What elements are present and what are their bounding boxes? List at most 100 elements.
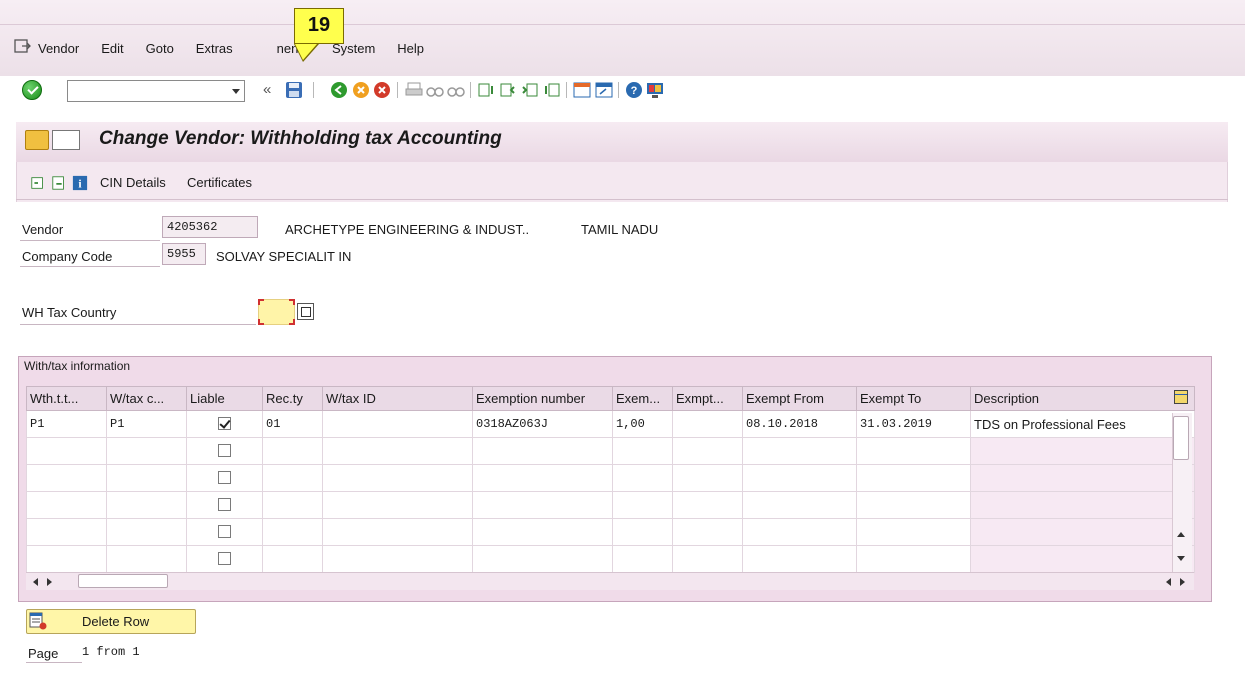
cell-exemption-reason[interactable] bbox=[672, 464, 743, 492]
cell-wht-code[interactable] bbox=[106, 518, 187, 546]
value-help-icon[interactable] bbox=[297, 303, 314, 320]
cell-description[interactable] bbox=[970, 491, 1195, 519]
cell-wht-type[interactable] bbox=[26, 518, 107, 546]
cell-exempt-to[interactable]: 31.03.2019 bbox=[856, 410, 971, 438]
information-icon[interactable]: i bbox=[72, 175, 88, 191]
cell-description[interactable] bbox=[970, 437, 1195, 465]
cell-rec-type[interactable] bbox=[262, 518, 323, 546]
scroll-right-icon[interactable] bbox=[47, 578, 52, 586]
cell-exemption-number[interactable] bbox=[472, 518, 613, 546]
cell-wtax-id[interactable] bbox=[322, 410, 473, 438]
company-code-field[interactable]: 5955 bbox=[162, 243, 206, 265]
cell-wht-code[interactable]: P1 bbox=[106, 410, 187, 438]
scroll-left-icon[interactable] bbox=[33, 578, 38, 586]
save-icon[interactable] bbox=[285, 81, 303, 99]
cin-details-button[interactable]: CIN Details bbox=[100, 175, 166, 190]
cell-exemption-rate[interactable] bbox=[612, 437, 673, 465]
last-page-icon[interactable] bbox=[543, 81, 561, 99]
chevron-down-icon[interactable] bbox=[232, 89, 240, 94]
command-field[interactable] bbox=[67, 80, 245, 102]
vendor-number-field[interactable]: 4205362 bbox=[162, 216, 258, 238]
cell-exemption-number[interactable] bbox=[472, 464, 613, 492]
cell-description[interactable] bbox=[970, 464, 1195, 492]
liable-checkbox[interactable] bbox=[218, 471, 231, 485]
cell-rec-type[interactable]: 01 bbox=[262, 410, 323, 438]
cell-wht-code[interactable] bbox=[106, 491, 187, 519]
cell-liable[interactable] bbox=[186, 491, 263, 519]
cell-wht-type[interactable]: P1 bbox=[26, 410, 107, 438]
wh-tax-country-input[interactable] bbox=[258, 299, 295, 325]
shortcut-icon[interactable] bbox=[595, 81, 613, 99]
cell-wht-code[interactable] bbox=[106, 464, 187, 492]
liable-checkbox[interactable] bbox=[218, 444, 231, 458]
liable-checkbox[interactable] bbox=[218, 525, 231, 539]
print-icon[interactable] bbox=[405, 81, 423, 99]
back-icon[interactable] bbox=[330, 81, 348, 99]
cell-description[interactable] bbox=[970, 518, 1195, 546]
cell-liable[interactable] bbox=[186, 410, 263, 438]
cell-exemption-number[interactable] bbox=[472, 491, 613, 519]
cell-exempt-to[interactable] bbox=[856, 518, 971, 546]
cell-exemption-rate[interactable] bbox=[612, 545, 673, 573]
cell-wtax-id[interactable] bbox=[322, 545, 473, 573]
cell-wht-type[interactable] bbox=[26, 545, 107, 573]
col-liable[interactable]: Liable bbox=[186, 386, 263, 411]
refresh-icon[interactable] bbox=[30, 175, 46, 191]
scroll-left-end-icon[interactable] bbox=[1166, 578, 1171, 586]
cell-exemption-reason[interactable] bbox=[672, 518, 743, 546]
table-row[interactable] bbox=[26, 437, 1195, 465]
cell-exemption-number[interactable] bbox=[472, 437, 613, 465]
cell-wht-type[interactable] bbox=[26, 491, 107, 519]
menu-edit[interactable]: Edit bbox=[101, 41, 123, 56]
cell-exemption-rate[interactable] bbox=[612, 491, 673, 519]
cell-exemption-reason[interactable] bbox=[672, 437, 743, 465]
cell-exemption-reason[interactable] bbox=[672, 545, 743, 573]
table-row[interactable] bbox=[26, 545, 1195, 573]
cell-exempt-to[interactable] bbox=[856, 464, 971, 492]
cell-exemption-number[interactable]: 0318AZ063J bbox=[472, 410, 613, 438]
previous-page-icon[interactable] bbox=[499, 81, 517, 99]
customize-layout-icon[interactable] bbox=[646, 81, 664, 99]
liable-checkbox[interactable] bbox=[218, 498, 231, 512]
exit-icon[interactable] bbox=[352, 81, 370, 99]
cell-exempt-from[interactable] bbox=[742, 464, 857, 492]
scroll-up-icon[interactable] bbox=[1177, 532, 1185, 537]
certificates-button[interactable]: Certificates bbox=[187, 175, 252, 190]
menu-help[interactable]: Help bbox=[397, 41, 424, 56]
table-row[interactable] bbox=[26, 491, 1195, 519]
menu-extras[interactable]: Extras bbox=[196, 41, 233, 56]
col-wht-code[interactable]: W/tax c... bbox=[106, 386, 187, 411]
menu-vendor[interactable]: Vendor bbox=[38, 41, 79, 56]
cell-exemption-rate[interactable] bbox=[612, 518, 673, 546]
cell-rec-type[interactable] bbox=[262, 545, 323, 573]
col-description[interactable]: Description bbox=[970, 386, 1195, 411]
cell-exempt-from[interactable] bbox=[742, 437, 857, 465]
menu-goto[interactable]: Goto bbox=[146, 41, 174, 56]
col-wht-type[interactable]: Wth.t.t... bbox=[26, 386, 107, 411]
table-row[interactable] bbox=[26, 518, 1195, 546]
table-row[interactable] bbox=[26, 464, 1195, 492]
cell-exempt-to[interactable] bbox=[856, 437, 971, 465]
cell-exempt-to[interactable] bbox=[856, 491, 971, 519]
liable-checkbox[interactable] bbox=[218, 417, 231, 431]
cell-exemption-reason[interactable] bbox=[672, 491, 743, 519]
cell-wht-type[interactable] bbox=[26, 464, 107, 492]
document-icon[interactable] bbox=[51, 175, 67, 191]
next-page-icon[interactable] bbox=[521, 81, 539, 99]
cell-exemption-rate[interactable] bbox=[612, 464, 673, 492]
cancel-icon[interactable] bbox=[373, 81, 391, 99]
cell-exempt-to[interactable] bbox=[856, 545, 971, 573]
col-exemption-rate[interactable]: Exem... bbox=[612, 386, 673, 411]
column-settings-icon[interactable] bbox=[1174, 390, 1188, 404]
liable-checkbox[interactable] bbox=[218, 552, 231, 566]
scroll-right-end-icon[interactable] bbox=[1180, 578, 1185, 586]
cell-rec-type[interactable] bbox=[262, 464, 323, 492]
cell-wht-type[interactable] bbox=[26, 437, 107, 465]
cell-wtax-id[interactable] bbox=[322, 437, 473, 465]
cell-liable[interactable] bbox=[186, 437, 263, 465]
cell-wtax-id[interactable] bbox=[322, 464, 473, 492]
cell-description[interactable] bbox=[970, 545, 1195, 573]
enter-check-icon[interactable] bbox=[22, 80, 42, 100]
menu-exit-icon[interactable] bbox=[14, 38, 32, 54]
find-next-icon[interactable] bbox=[447, 81, 465, 99]
